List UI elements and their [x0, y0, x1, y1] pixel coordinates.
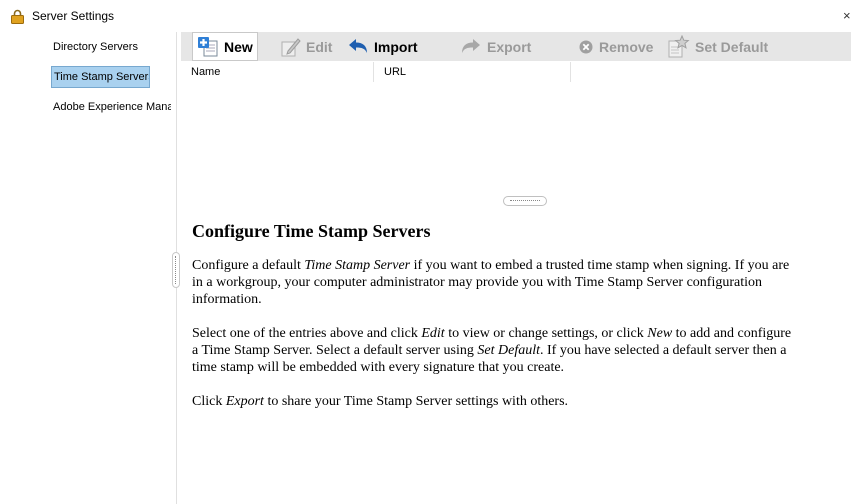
help-text: Select one of the entries above and clic…	[192, 326, 422, 341]
help-text: to share your Time Stamp Server settings…	[263, 394, 569, 409]
help-text: Configure a default	[192, 258, 305, 273]
help-text: in a workgroup, your computer administra…	[192, 275, 763, 290]
new-button[interactable]: New	[192, 32, 258, 61]
help-emphasis: Time Stamp Server	[304, 258, 411, 273]
help-paragraph-1: Configure a default Time Stamp Server if…	[192, 257, 851, 308]
title-bar: Server Settings ×	[0, 0, 851, 32]
help-heading: Configure Time Stamp Servers	[192, 221, 431, 241]
column-header-url[interactable]: URL	[374, 62, 571, 82]
edit-label: Edit	[306, 38, 333, 55]
new-label: New	[224, 38, 253, 55]
help-emphasis: Edit	[421, 326, 445, 341]
edit-icon	[281, 37, 301, 56]
export-button[interactable]: Export	[460, 32, 531, 61]
sidebar-item-directory-servers[interactable]: Directory Servers	[51, 36, 161, 58]
sidebar-item-time-stamp-servers[interactable]: Time Stamp Servers	[51, 66, 150, 88]
toolbar: New Edit Import Export Remove Set Defaul…	[181, 32, 851, 61]
lock-icon	[11, 9, 24, 24]
help-text: to view or change settings, or click	[444, 326, 648, 341]
set-default-star-icon	[668, 34, 690, 57]
vertical-splitter-handle[interactable]	[172, 252, 180, 288]
export-label: Export	[487, 38, 532, 55]
help-emphasis: Export	[225, 394, 264, 409]
help-text: a Time Stamp Server. Select a default se…	[192, 343, 478, 358]
set-default-button[interactable]: Set Default	[666, 32, 768, 61]
close-icon[interactable]: ×	[843, 8, 851, 23]
column-header-name[interactable]: Name	[181, 62, 374, 82]
help-emphasis: Set Default	[477, 343, 540, 358]
remove-label: Remove	[599, 38, 654, 55]
help-text: time stamp will be embedded with every s…	[192, 360, 565, 375]
remove-button[interactable]: Remove	[578, 32, 653, 61]
set-default-label: Set Default	[695, 38, 769, 55]
sidebar-item-adobe-experience-manager[interactable]: Adobe Experience Manager	[51, 96, 171, 118]
help-text: to add and configure	[672, 326, 792, 341]
help-panel: Configure Time Stamp Servers Configure a…	[192, 220, 851, 427]
import-arrow-icon	[349, 38, 367, 53]
help-paragraph-3: Click Export to share your Time Stamp Se…	[192, 393, 851, 410]
remove-icon	[579, 40, 593, 53]
import-label: Import	[374, 38, 418, 55]
export-arrow-icon	[462, 38, 480, 53]
help-text: . If you have selected a default server …	[540, 343, 787, 358]
help-text: Click	[192, 394, 226, 409]
help-text: if you want to embed a trusted time stam…	[410, 258, 790, 273]
new-icon	[198, 36, 218, 56]
import-button[interactable]: Import	[347, 32, 418, 61]
help-emphasis: New	[647, 326, 673, 341]
help-paragraph-2: Select one of the entries above and clic…	[192, 325, 851, 376]
horizontal-splitter-handle[interactable]	[503, 196, 547, 206]
window-title: Server Settings	[32, 9, 115, 23]
edit-button[interactable]: Edit	[279, 32, 332, 61]
sidebar: Directory Servers Time Stamp Servers Ado…	[0, 32, 176, 504]
help-text: information.	[192, 292, 262, 307]
